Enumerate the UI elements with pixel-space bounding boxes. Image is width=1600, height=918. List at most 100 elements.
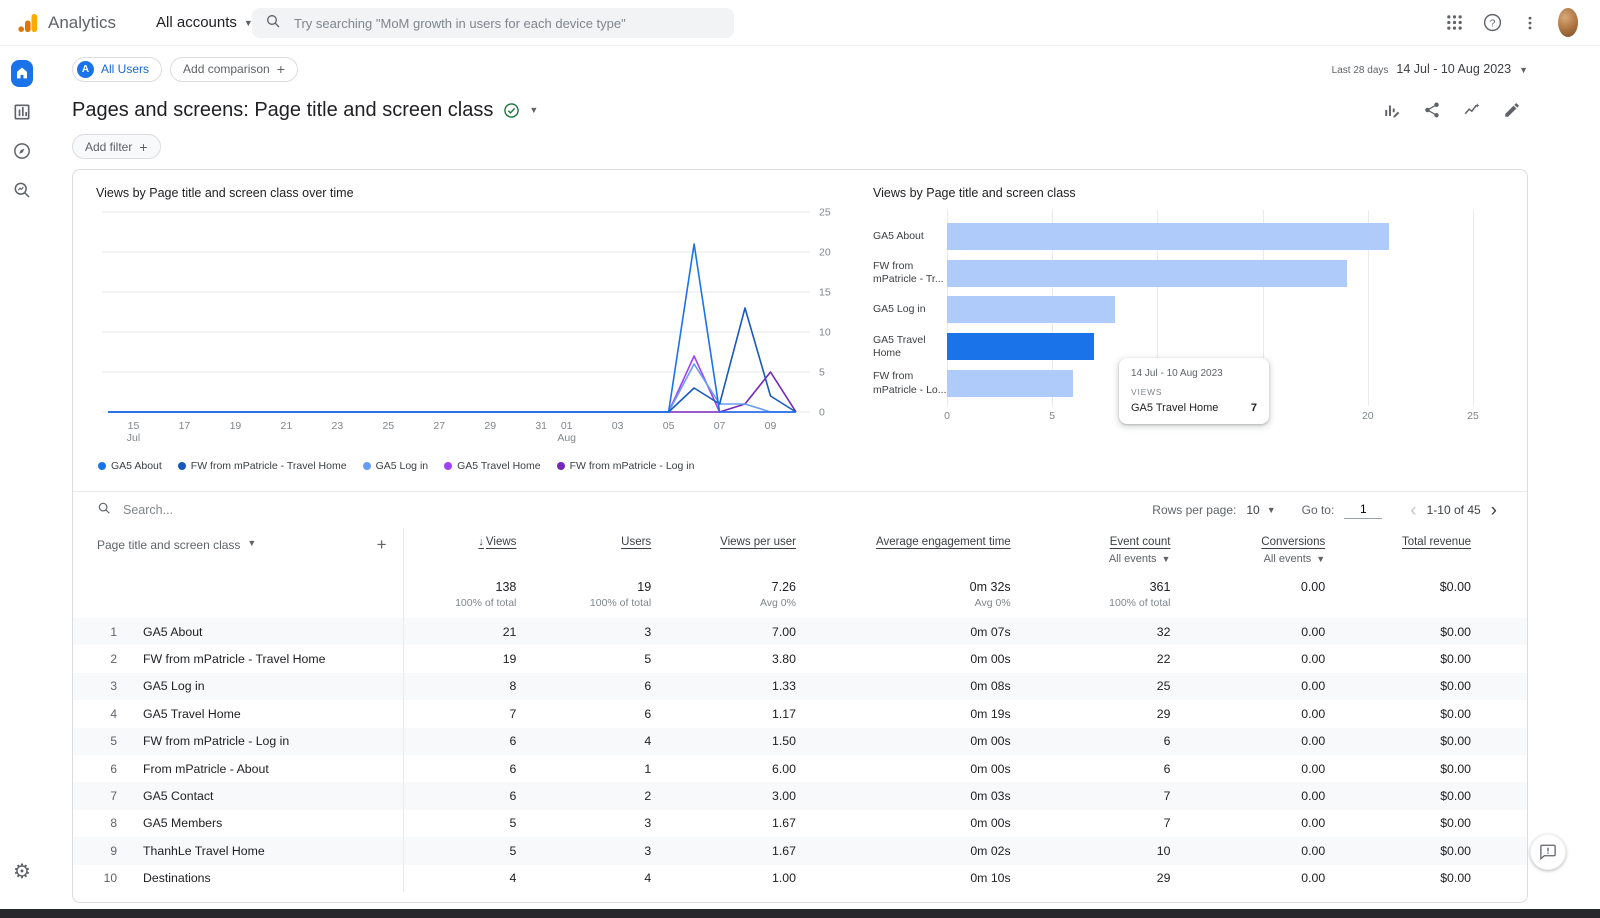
share-report-button[interactable] (1416, 94, 1448, 126)
apps-grid-button[interactable] (1438, 7, 1470, 39)
global-search-input[interactable] (292, 15, 721, 32)
column-header-users[interactable]: Users (516, 536, 651, 572)
x-tick-label: 21 (281, 420, 293, 432)
add-filter-button[interactable]: Add filter + (72, 134, 161, 159)
help-button[interactable]: ? (1476, 7, 1508, 39)
table-row[interactable]: 8 GA5 Members 5 3 1.67 0m 00s 7 0.00 $0.… (73, 810, 1527, 837)
edit-report-button[interactable] (1496, 94, 1528, 126)
column-header-avg-engagement-time[interactable]: Average engagement time (796, 536, 1011, 572)
column-header-views-per-user[interactable]: Views per user (651, 536, 796, 572)
column-header-views[interactable]: ↓Views (403, 536, 517, 572)
insights-button[interactable] (1456, 94, 1488, 126)
add-comparison-button[interactable]: Add comparison + (170, 57, 298, 82)
bar-category-labels: GA5 AboutFW from mPatricle - Tr...GA5 Lo… (873, 210, 947, 426)
chevron-down-icon: ▼ (247, 538, 256, 548)
charts-panel: Views by Page title and screen class ove… (73, 170, 1527, 492)
x-tick-label: 07 (714, 420, 726, 432)
row-page-title: GA5 Log in (143, 679, 205, 693)
page-title: Pages and screens: Page title and screen… (72, 99, 493, 122)
segment-avatar: A (77, 61, 94, 78)
column-header-total-revenue[interactable]: Total revenue (1325, 536, 1471, 572)
sidebar-item-advertising[interactable] (5, 173, 39, 207)
legend-dot (444, 462, 452, 470)
cell-users: 4 (516, 871, 651, 885)
cell-event-count: 7 (1011, 816, 1171, 830)
legend-item[interactable]: GA5 About (98, 460, 162, 472)
cell-views-per-user: 1.67 (651, 844, 796, 858)
bar[interactable] (947, 255, 1473, 292)
sidebar-item-home[interactable] (5, 56, 39, 90)
next-page-button[interactable]: › (1485, 501, 1503, 520)
total-users: 19 100% of total (516, 580, 651, 618)
account-avatar[interactable] (1552, 7, 1584, 39)
cell-views: 21 (403, 625, 517, 639)
y-tick-label: 10 (819, 327, 831, 339)
more-options-button[interactable] (1514, 7, 1546, 39)
goto-page-input[interactable] (1344, 501, 1382, 519)
cell-users: 2 (516, 789, 651, 803)
plus-icon: + (277, 61, 285, 77)
analytics-logo-icon[interactable] (16, 11, 40, 35)
cell-views-per-user: 1.67 (651, 816, 796, 830)
table-row[interactable]: 9 ThanhLe Travel Home 5 3 1.67 0m 02s 10… (73, 837, 1527, 864)
legend-item[interactable]: FW from mPatricle - Travel Home (178, 460, 347, 472)
legend-dot (98, 462, 106, 470)
dimension-column-header[interactable]: Page title and screen class ▼ + (97, 536, 403, 572)
sidebar-item-reports[interactable] (5, 95, 39, 129)
event-count-filter[interactable]: All events ▼ (1109, 553, 1171, 565)
table-row[interactable]: 4 GA5 Travel Home 7 6 1.17 0m 19s 29 0.0… (73, 700, 1527, 727)
legend-item[interactable]: GA5 Travel Home (444, 460, 540, 472)
cell-views: 8 (403, 679, 517, 693)
table-row[interactable]: 5 FW from mPatricle - Log in 6 4 1.50 0m… (73, 728, 1527, 755)
data-table: Page title and screen class ▼ + ↓Views U… (73, 528, 1527, 892)
cell-avg-engagement-time: 0m 02s (796, 844, 1011, 858)
bar-x-tick-label: 20 (1362, 410, 1374, 422)
sidebar-item-explore[interactable] (5, 134, 39, 168)
cell-avg-engagement-time: 0m 00s (796, 762, 1011, 776)
row-index: 3 (97, 679, 117, 693)
column-header-conversions[interactable]: Conversions All events ▼ (1170, 536, 1325, 572)
table-search-input[interactable] (121, 502, 311, 518)
date-range-value: 14 Jul - 10 Aug 2023 (1396, 62, 1511, 76)
add-dimension-button[interactable]: + (377, 538, 387, 552)
admin-settings-button[interactable]: ⚙ (5, 854, 39, 888)
cell-event-count: 6 (1011, 762, 1171, 776)
cell-avg-engagement-time: 0m 00s (796, 734, 1011, 748)
bar-x-tick-label: 5 (1049, 410, 1055, 422)
report-title-menu[interactable]: ▼ (529, 105, 538, 115)
global-search[interactable] (252, 8, 734, 38)
date-range-selector[interactable]: Last 28 days 14 Jul - 10 Aug 2023 ▼ (1332, 62, 1528, 76)
bar[interactable] (947, 292, 1473, 329)
x-tick-label: 25 (382, 420, 394, 432)
row-page-title: ThanhLe Travel Home (143, 844, 265, 858)
rows-per-page-select[interactable]: 10 ▼ (1246, 503, 1275, 517)
table-row[interactable]: 2 FW from mPatricle - Travel Home 19 5 3… (73, 645, 1527, 672)
data-quality-badge[interactable] (503, 102, 520, 119)
table-row[interactable]: 1 GA5 About 21 3 7.00 0m 07s 32 0.00 $0.… (73, 618, 1527, 645)
cell-users: 6 (516, 707, 651, 721)
conversions-filter[interactable]: All events ▼ (1264, 553, 1326, 565)
cell-total-revenue: $0.00 (1325, 625, 1471, 639)
legend-item[interactable]: GA5 Log in (363, 460, 429, 472)
column-header-event-count[interactable]: Event count All events ▼ (1011, 536, 1171, 572)
bar[interactable] (947, 218, 1473, 255)
pagination-range: 1-10 of 45 (1427, 503, 1481, 517)
customize-report-button[interactable] (1376, 94, 1408, 126)
cell-views-per-user: 6.00 (651, 762, 796, 776)
feedback-button[interactable] (1530, 834, 1566, 870)
column-divider (403, 528, 404, 892)
x-tick-label: 19 (230, 420, 242, 432)
account-selector[interactable]: All accounts ▼ (150, 13, 259, 32)
table-row[interactable]: 7 GA5 Contact 6 2 3.00 0m 03s 7 0.00 $0.… (73, 782, 1527, 809)
table-row[interactable]: 6 From mPatricle - About 6 1 6.00 0m 00s… (73, 755, 1527, 782)
table-row[interactable]: 3 GA5 Log in 8 6 1.33 0m 08s 25 0.00 $0.… (73, 673, 1527, 700)
cell-users: 6 (516, 679, 651, 693)
search-icon (97, 501, 111, 520)
cell-conversions: 0.00 (1170, 844, 1325, 858)
tooltip-value: 7 (1251, 402, 1257, 414)
previous-page-button[interactable]: ‹ (1404, 501, 1422, 520)
window-bottom-edge (0, 909, 1600, 918)
legend-item[interactable]: FW from mPatricle - Log in (557, 460, 695, 472)
segment-chip-all-users[interactable]: A All Users (72, 57, 162, 82)
table-row[interactable]: 10 Destinations 4 4 1.00 0m 10s 29 0.00 … (73, 865, 1527, 892)
